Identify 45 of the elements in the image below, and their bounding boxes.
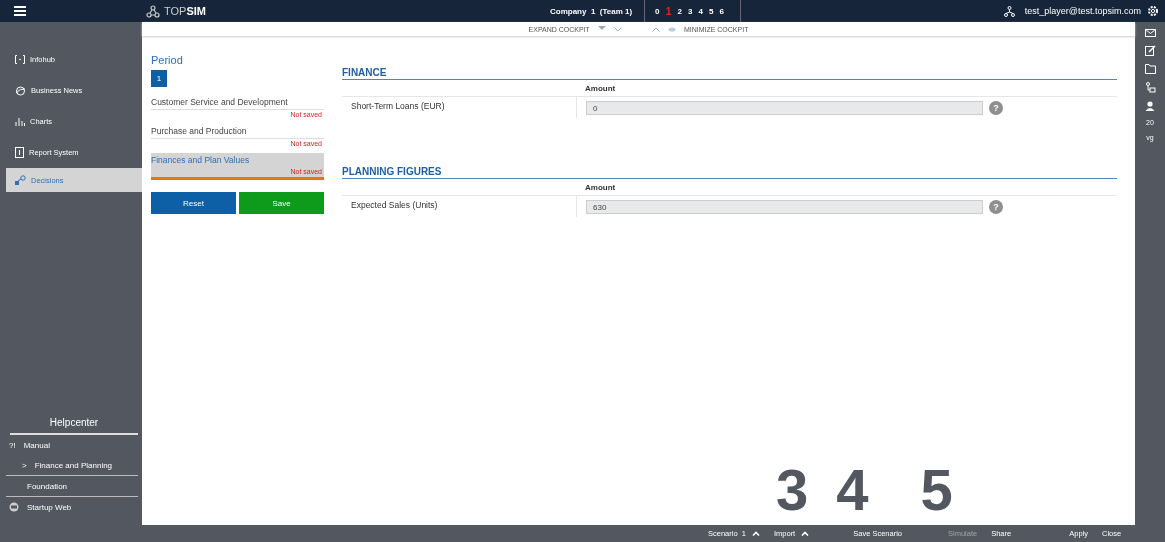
period-number[interactable]: 0	[655, 6, 660, 16]
folder-icon[interactable]	[1144, 64, 1156, 74]
chevron-up-icon	[801, 531, 810, 536]
menu-icon[interactable]	[14, 6, 26, 16]
edit-icon[interactable]	[1144, 45, 1156, 56]
document-icon	[15, 147, 24, 158]
callout-number: 5	[920, 461, 953, 519]
user-icon[interactable]	[1145, 101, 1155, 111]
user-email[interactable]: test_player@test.topsim.com	[1024, 6, 1141, 16]
help-link[interactable]: Startup Web	[6, 497, 138, 517]
save-button[interactable]: Save	[239, 192, 324, 214]
period-number[interactable]: 3	[688, 6, 693, 16]
globe-icon	[15, 85, 26, 96]
settings-icon[interactable]	[1147, 5, 1159, 17]
help-link[interactable]: > Finance and Planning	[6, 455, 138, 476]
help-link[interactable]: Foundation	[6, 476, 138, 497]
reset-button[interactable]: Reset	[151, 192, 236, 214]
period-number[interactable]: 6	[719, 6, 724, 16]
section-heading: FINANCE	[342, 67, 1117, 80]
network-icon[interactable]	[1003, 5, 1015, 17]
period-number[interactable]: 5	[708, 6, 714, 16]
molecule-logo-icon	[146, 4, 160, 18]
period-badge[interactable]: 1	[151, 70, 167, 87]
company-label: Company 1 (Team 1)	[550, 6, 634, 16]
amount-field[interactable]: 630	[586, 200, 983, 214]
period-number[interactable]: 2	[677, 6, 683, 16]
amount-field[interactable]: 0	[586, 101, 983, 115]
column-header: Amount	[584, 83, 617, 93]
period-title: Period	[151, 54, 184, 66]
brand-logo: TOPSIM	[164, 5, 206, 17]
row-label: Expected Sales (Units)	[350, 199, 439, 212]
mail-icon[interactable]	[1144, 29, 1156, 37]
bracket-icon	[15, 55, 25, 64]
helpcenter-title: Helpcenter	[10, 411, 138, 435]
callout-number: 4	[836, 461, 869, 519]
column-header: Amount	[584, 182, 617, 192]
chevron-up-icon	[751, 531, 760, 536]
row-label: Short-Term Loans (EUR)	[350, 100, 446, 113]
callout-number: 3	[776, 461, 809, 519]
chart-icon	[15, 117, 25, 126]
section-heading: PLANNING FIGURES	[342, 166, 1117, 179]
period-number[interactable]: 4	[698, 6, 703, 16]
nodes-icon	[15, 175, 26, 185]
help-link[interactable]: ?! Manual	[6, 435, 138, 455]
globe-icon	[9, 502, 19, 512]
